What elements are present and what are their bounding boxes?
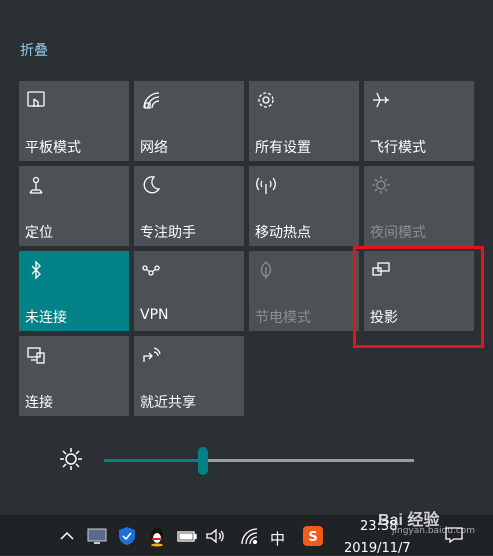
tile-network[interactable]: 网络 bbox=[134, 81, 244, 161]
airplane-icon bbox=[370, 89, 392, 111]
watermark-url: jingyan.baidu.com bbox=[392, 526, 476, 536]
gear-icon bbox=[255, 89, 277, 111]
project-icon bbox=[370, 259, 392, 281]
battery-saver-icon bbox=[255, 259, 277, 281]
svg-text:S: S bbox=[308, 530, 317, 545]
tile-focus-assist[interactable]: 专注助手 bbox=[134, 166, 244, 246]
tile-label: 连接 bbox=[25, 395, 53, 411]
monitor-icon[interactable] bbox=[86, 525, 108, 547]
tile-label: 平板模式 bbox=[25, 140, 81, 156]
tile-label: 移动热点 bbox=[255, 225, 311, 241]
tile-label: 网络 bbox=[140, 140, 168, 156]
sogou-input-icon[interactable]: S bbox=[302, 525, 324, 547]
tile-label: 所有设置 bbox=[255, 140, 311, 156]
tile-battery-saver[interactable]: 节电模式 bbox=[249, 251, 359, 331]
chevron-up-icon[interactable] bbox=[56, 525, 78, 547]
tile-location[interactable]: 定位 bbox=[19, 166, 129, 246]
tile-label: VPN bbox=[140, 307, 169, 323]
connect-icon bbox=[25, 344, 47, 366]
tile-nearby-share[interactable]: 就近共享 bbox=[134, 336, 244, 416]
clock-date[interactable]: 2019/11/7 bbox=[344, 541, 411, 556]
tile-all-settings[interactable]: 所有设置 bbox=[249, 81, 359, 161]
tile-label: 飞行模式 bbox=[370, 140, 426, 156]
night-light-icon bbox=[370, 174, 392, 196]
brightness-slider[interactable] bbox=[104, 446, 414, 475]
tile-label: 就近共享 bbox=[140, 395, 196, 411]
vpn-icon bbox=[140, 259, 162, 281]
nearby-share-icon bbox=[140, 344, 162, 366]
moon-icon bbox=[140, 174, 162, 196]
tile-night-light[interactable]: 夜间模式 bbox=[364, 166, 474, 246]
wifi-icon[interactable] bbox=[238, 525, 260, 547]
qq-penguin-icon[interactable] bbox=[146, 525, 168, 547]
shield-icon[interactable] bbox=[116, 525, 138, 547]
tile-label: 定位 bbox=[25, 225, 53, 241]
bluetooth-icon bbox=[25, 259, 47, 281]
ime-indicator[interactable]: 中 bbox=[270, 528, 285, 549]
tile-vpn[interactable]: VPN bbox=[134, 251, 244, 331]
location-icon bbox=[25, 174, 47, 196]
tile-label: 节电模式 bbox=[255, 310, 311, 326]
tile-label: 夜间模式 bbox=[370, 225, 426, 241]
speaker-icon[interactable] bbox=[204, 525, 226, 547]
slider-fill bbox=[104, 459, 204, 462]
collapse-link[interactable]: 折叠 bbox=[20, 40, 48, 60]
tile-label: 专注助手 bbox=[140, 225, 196, 241]
battery-icon[interactable] bbox=[176, 525, 198, 547]
tile-label: 投影 bbox=[370, 310, 398, 326]
tile-project[interactable]: 投影 bbox=[364, 251, 474, 331]
hotspot-icon bbox=[255, 174, 277, 196]
tile-tablet-mode[interactable]: 平板模式 bbox=[19, 81, 129, 161]
tile-mobile-hotspot[interactable]: 移动热点 bbox=[249, 166, 359, 246]
tablet-mode-icon bbox=[25, 89, 47, 111]
slider-thumb[interactable] bbox=[198, 447, 209, 475]
network-icon bbox=[140, 89, 162, 111]
tile-label: 未连接 bbox=[25, 310, 67, 326]
tile-connect[interactable]: 连接 bbox=[19, 336, 129, 416]
brightness-icon bbox=[58, 446, 84, 472]
tile-airplane-mode[interactable]: 飞行模式 bbox=[364, 81, 474, 161]
tile-bluetooth[interactable]: 未连接 bbox=[19, 251, 129, 331]
